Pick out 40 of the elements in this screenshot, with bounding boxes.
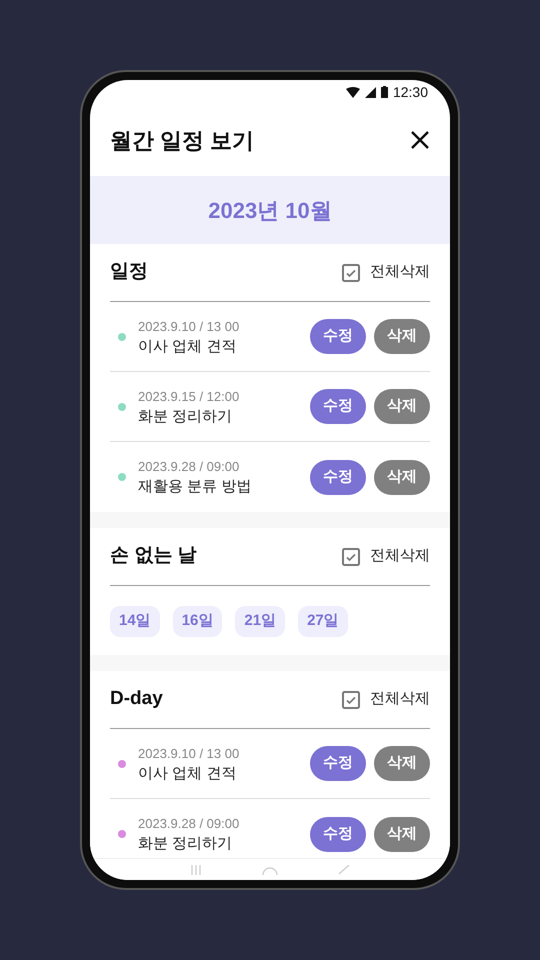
checkbox[interactable] [342, 690, 360, 708]
wifi-icon [346, 86, 360, 98]
checkbox[interactable] [342, 264, 360, 282]
delete-all-label: 전체삭제 [370, 546, 430, 566]
edit-button[interactable]: 수정 [310, 389, 366, 424]
event-title: 화분 정리하기 [138, 834, 234, 854]
section-title: 일정 [110, 260, 148, 284]
delete-button[interactable]: 삭제 [374, 460, 430, 494]
edit-button[interactable]: 수정 [310, 460, 366, 494]
signal-icon [364, 86, 376, 98]
delete-all-label: 전체삭제 [370, 262, 430, 282]
event-datetime: 2023.9.28 / 09:00 [138, 815, 240, 833]
section-title: 손 없는 날 [110, 544, 197, 568]
close-icon[interactable] [410, 130, 430, 150]
checkbox[interactable] [342, 548, 360, 566]
section-title: D-day [110, 687, 163, 712]
day-chip: 16일 [172, 606, 222, 637]
event-datetime: 2023.9.28 / 09:00 [138, 458, 240, 476]
event-datetime: 2023.9.10 / 13 00 [138, 318, 240, 336]
delete-button[interactable]: 삭제 [374, 319, 430, 354]
month-label: 2023년 10월 [208, 196, 332, 224]
status-time: 12:30 [392, 82, 428, 102]
delete-all-label: 전체삭제 [370, 689, 430, 710]
edit-button[interactable]: 수정 [310, 816, 366, 852]
day-chip: 27일 [298, 606, 348, 637]
edit-button[interactable]: 수정 [310, 319, 366, 354]
edit-button[interactable]: 수정 [310, 746, 366, 781]
page-title: 월간 일정 보기 [110, 126, 254, 154]
event-title: 재활용 분류 방법 [138, 477, 252, 497]
event-datetime: 2023.9.10 / 13 00 [138, 744, 240, 762]
event-title: 화분 정리하기 [138, 406, 234, 426]
day-chip: 14일 [110, 606, 160, 637]
delete-button[interactable]: 삭제 [374, 389, 430, 424]
delete-button[interactable]: 삭제 [374, 816, 430, 852]
event-title: 이사 업체 견적 [138, 336, 238, 356]
battery-icon [380, 86, 388, 98]
event-datetime: 2023.9.15 / 12:00 [138, 388, 240, 406]
day-chip: 21일 [235, 606, 286, 637]
event-title: 이사 업체 견적 [138, 764, 238, 784]
delete-button[interactable]: 삭제 [374, 746, 430, 781]
